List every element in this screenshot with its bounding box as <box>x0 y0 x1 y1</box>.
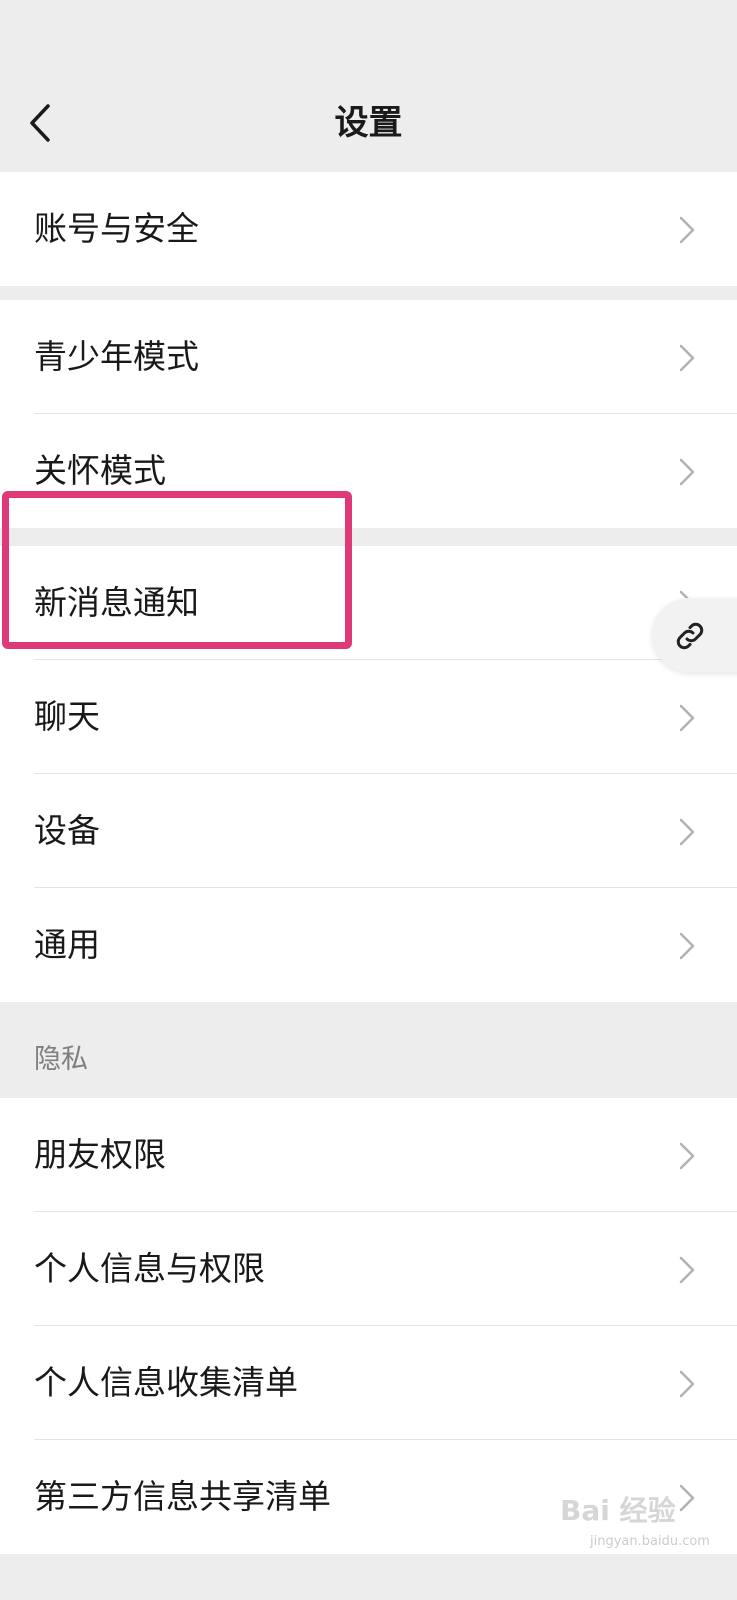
floating-link-button[interactable] <box>652 598 737 672</box>
chevron-right-icon <box>679 216 695 244</box>
highlight-annotation <box>2 491 352 649</box>
settings-item-label: 个人信息收集清单 <box>34 1363 298 1402</box>
chevron-right-icon <box>679 932 695 960</box>
chevron-right-icon <box>679 344 695 372</box>
settings-item-label: 设备 <box>34 811 100 850</box>
settings-item-label: 第三方信息共享清单 <box>34 1477 331 1516</box>
watermark-logo: Bai 经验 <box>560 1494 676 1527</box>
settings-item-personal-info-collection-list[interactable]: 个人信息收集清单 <box>0 1326 737 1440</box>
chevron-right-icon <box>679 1256 695 1284</box>
settings-item-label: 青少年模式 <box>34 337 199 376</box>
settings-item-label: 通用 <box>34 925 100 964</box>
settings-item-teen-mode[interactable]: 青少年模式 <box>0 300 737 414</box>
link-icon <box>676 622 704 650</box>
page-title: 设置 <box>334 103 403 143</box>
settings-item-label: 个人信息与权限 <box>34 1249 265 1288</box>
settings-screen: 设置 账号与安全 青少年模式 关怀模式 新消息通知 聊天 设备 通用 隐私 朋友… <box>0 0 737 1600</box>
settings-item-account-security[interactable]: 账号与安全 <box>0 172 737 286</box>
chevron-right-icon <box>679 1484 695 1512</box>
chevron-right-icon <box>679 818 695 846</box>
chevron-right-icon <box>679 458 695 486</box>
settings-item-personal-info-permissions[interactable]: 个人信息与权限 <box>0 1212 737 1326</box>
watermark-url: jingyan.baidu.com <box>590 1534 710 1549</box>
settings-group-account: 账号与安全 <box>0 172 737 286</box>
nav-bar: 设置 <box>0 0 737 172</box>
settings-item-general[interactable]: 通用 <box>0 888 737 1002</box>
chevron-right-icon <box>679 704 695 732</box>
settings-item-label: 朋友权限 <box>34 1135 166 1174</box>
section-header-privacy: 隐私 <box>34 1044 88 1075</box>
chevron-right-icon <box>679 1370 695 1398</box>
settings-group-privacy: 朋友权限 个人信息与权限 个人信息收集清单 第三方信息共享清单 <box>0 1098 737 1554</box>
settings-item-devices[interactable]: 设备 <box>0 774 737 888</box>
settings-item-chat[interactable]: 聊天 <box>0 660 737 774</box>
settings-item-label: 账号与安全 <box>34 209 199 248</box>
settings-item-friend-permissions[interactable]: 朋友权限 <box>0 1098 737 1212</box>
chevron-right-icon <box>679 1142 695 1170</box>
settings-item-label: 聊天 <box>34 697 100 736</box>
